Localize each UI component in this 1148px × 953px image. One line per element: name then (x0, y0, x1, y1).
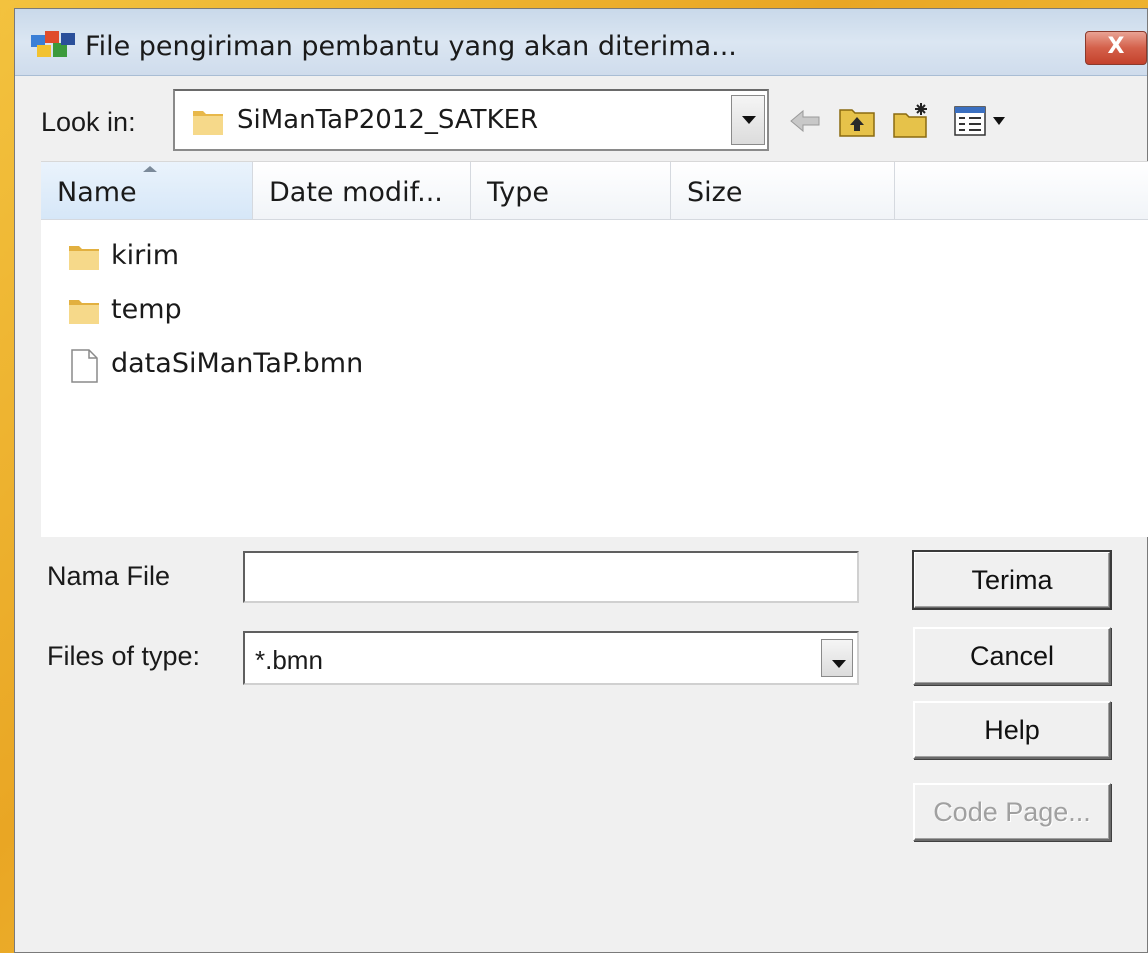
filename-label: Nama File (47, 561, 171, 591)
folder-icon (69, 300, 99, 324)
sort-ascending-icon (143, 166, 157, 172)
file-name: temp (111, 294, 182, 325)
help-button[interactable]: Help (913, 701, 1111, 759)
back-arrow-icon[interactable] (785, 101, 825, 141)
close-icon: X (1107, 34, 1125, 59)
filetype-value: *.bmn (255, 645, 323, 675)
title-bar[interactable]: File pengiriman pembantu yang akan diter… (15, 9, 1147, 76)
view-menu-icon[interactable] (951, 101, 1021, 141)
file-icon (71, 349, 98, 383)
folder-icon (69, 246, 99, 270)
app-icon (31, 31, 75, 57)
filetype-select[interactable]: *.bmn (243, 631, 859, 685)
folder-icon (193, 111, 223, 135)
chevron-down-icon[interactable] (731, 95, 765, 145)
file-name: dataSiManTaP.bmn (111, 348, 364, 379)
column-header-filler (895, 162, 1148, 220)
column-header-size[interactable]: Size (671, 162, 895, 220)
cancel-button[interactable]: Cancel (913, 627, 1111, 685)
accept-button[interactable]: Terima (912, 550, 1112, 610)
look-in-label: Look in: (41, 107, 136, 137)
up-folder-icon[interactable] (837, 101, 877, 141)
code-page-button: Code Page... (913, 783, 1111, 841)
look-in-value: SiManTaP2012_SATKER (237, 105, 539, 135)
column-header-date[interactable]: Date modif... (253, 162, 471, 220)
column-header-name[interactable]: Name (41, 162, 253, 220)
column-header-type[interactable]: Type (471, 162, 671, 220)
file-list[interactable]: Name Date modif... Type Size kirim temp (41, 161, 1148, 537)
window-title: File pengiriman pembantu yang akan diter… (85, 31, 737, 62)
filetype-label: Files of type: (47, 641, 201, 671)
filename-input[interactable] (243, 551, 859, 603)
close-button[interactable]: X (1085, 31, 1147, 65)
look-in-combo[interactable]: SiManTaP2012_SATKER (173, 89, 769, 151)
file-dialog: File pengiriman pembantu yang akan diter… (14, 8, 1148, 953)
new-folder-icon[interactable] (891, 101, 931, 141)
file-name: kirim (111, 240, 180, 271)
chevron-down-icon[interactable] (821, 639, 853, 677)
